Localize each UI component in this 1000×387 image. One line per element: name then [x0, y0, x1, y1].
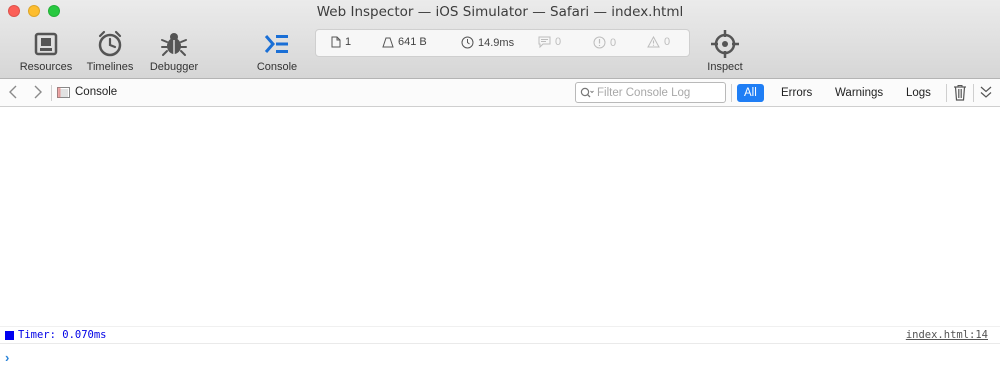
inspect-button[interactable]: Inspect — [692, 28, 758, 73]
breadcrumb-label: Console — [75, 86, 118, 98]
back-arrow-icon[interactable] — [8, 85, 18, 102]
timer-message-icon — [5, 331, 14, 340]
resources-count-item[interactable]: 1 — [331, 36, 351, 48]
inspect-label: Inspect — [707, 61, 743, 73]
clock-icon — [461, 36, 474, 49]
search-icon — [580, 87, 594, 97]
resources-size: 641 B — [398, 36, 427, 48]
resources-size-item[interactable]: 641 B — [382, 36, 427, 48]
console-icon — [244, 28, 310, 60]
debugger-tab[interactable]: Debugger — [141, 28, 207, 73]
console-log-area — [0, 107, 1000, 326]
crosshair-icon — [692, 28, 758, 60]
load-time: 14.9ms — [478, 36, 515, 49]
source-link[interactable]: index.html:14 — [906, 329, 988, 341]
trash-divider — [973, 84, 974, 102]
timelines-label: Timelines — [86, 61, 134, 73]
resources-tab[interactable]: Resources — [13, 28, 79, 73]
error-icon — [593, 36, 606, 49]
errors-count: 0 — [610, 36, 617, 49]
window-title: Web Inspector — iOS Simulator — Safari —… — [316, 4, 684, 20]
console-message[interactable]: Timer: 0.070ms index.html:14 — [0, 326, 1000, 344]
bug-icon — [141, 28, 207, 60]
window-toolbar: Web Inspector — iOS Simulator — Safari —… — [0, 0, 1000, 79]
resources-label: Resources — [19, 61, 73, 73]
filter-console-input[interactable] — [597, 86, 715, 99]
scope-warnings-button[interactable]: Warnings — [828, 84, 890, 102]
warning-icon — [647, 36, 660, 48]
dashboard[interactable]: 1 641 B 14.9ms 0 0 0 — [315, 29, 690, 57]
timelines-icon — [77, 28, 143, 60]
console-tab[interactable]: Console — [244, 28, 310, 73]
forward-arrow-icon[interactable] — [33, 85, 43, 102]
document-icon — [331, 36, 341, 48]
debugger-label: Debugger — [149, 61, 199, 73]
console-message-text: Timer: 0.070ms — [18, 329, 107, 341]
nav-divider — [51, 85, 52, 101]
scope-divider — [946, 84, 947, 102]
resources-icon — [13, 28, 79, 60]
warnings-count-item[interactable]: 0 — [647, 36, 670, 48]
trash-icon[interactable] — [953, 84, 967, 104]
filter-field[interactable] — [575, 82, 726, 103]
filter-divider — [731, 84, 732, 102]
console-log-icon — [57, 86, 70, 98]
errors-count-item[interactable]: 0 — [593, 36, 616, 49]
log-bubble-icon — [538, 36, 551, 48]
navigation-bar: Console All Errors Warnings Logs — [0, 79, 1000, 107]
timelines-tab[interactable]: Timelines — [77, 28, 143, 73]
scope-all-button[interactable]: All — [737, 84, 764, 102]
console-label: Console — [256, 61, 298, 73]
logs-count-item[interactable]: 0 — [538, 36, 561, 48]
console-prompt[interactable]: › — [0, 345, 1000, 387]
warnings-count: 0 — [664, 36, 671, 48]
breadcrumb[interactable]: Console — [57, 86, 117, 98]
scope-errors-button[interactable]: Errors — [774, 84, 819, 102]
scope-logs-button[interactable]: Logs — [899, 84, 938, 102]
logs-count: 0 — [555, 36, 562, 48]
prompt-chevron-icon: › — [5, 350, 10, 365]
double-chevron-down-icon[interactable] — [980, 85, 992, 102]
load-time-item[interactable]: 14.9ms — [461, 36, 514, 49]
resources-count: 1 — [345, 36, 352, 48]
weight-icon — [382, 37, 394, 48]
